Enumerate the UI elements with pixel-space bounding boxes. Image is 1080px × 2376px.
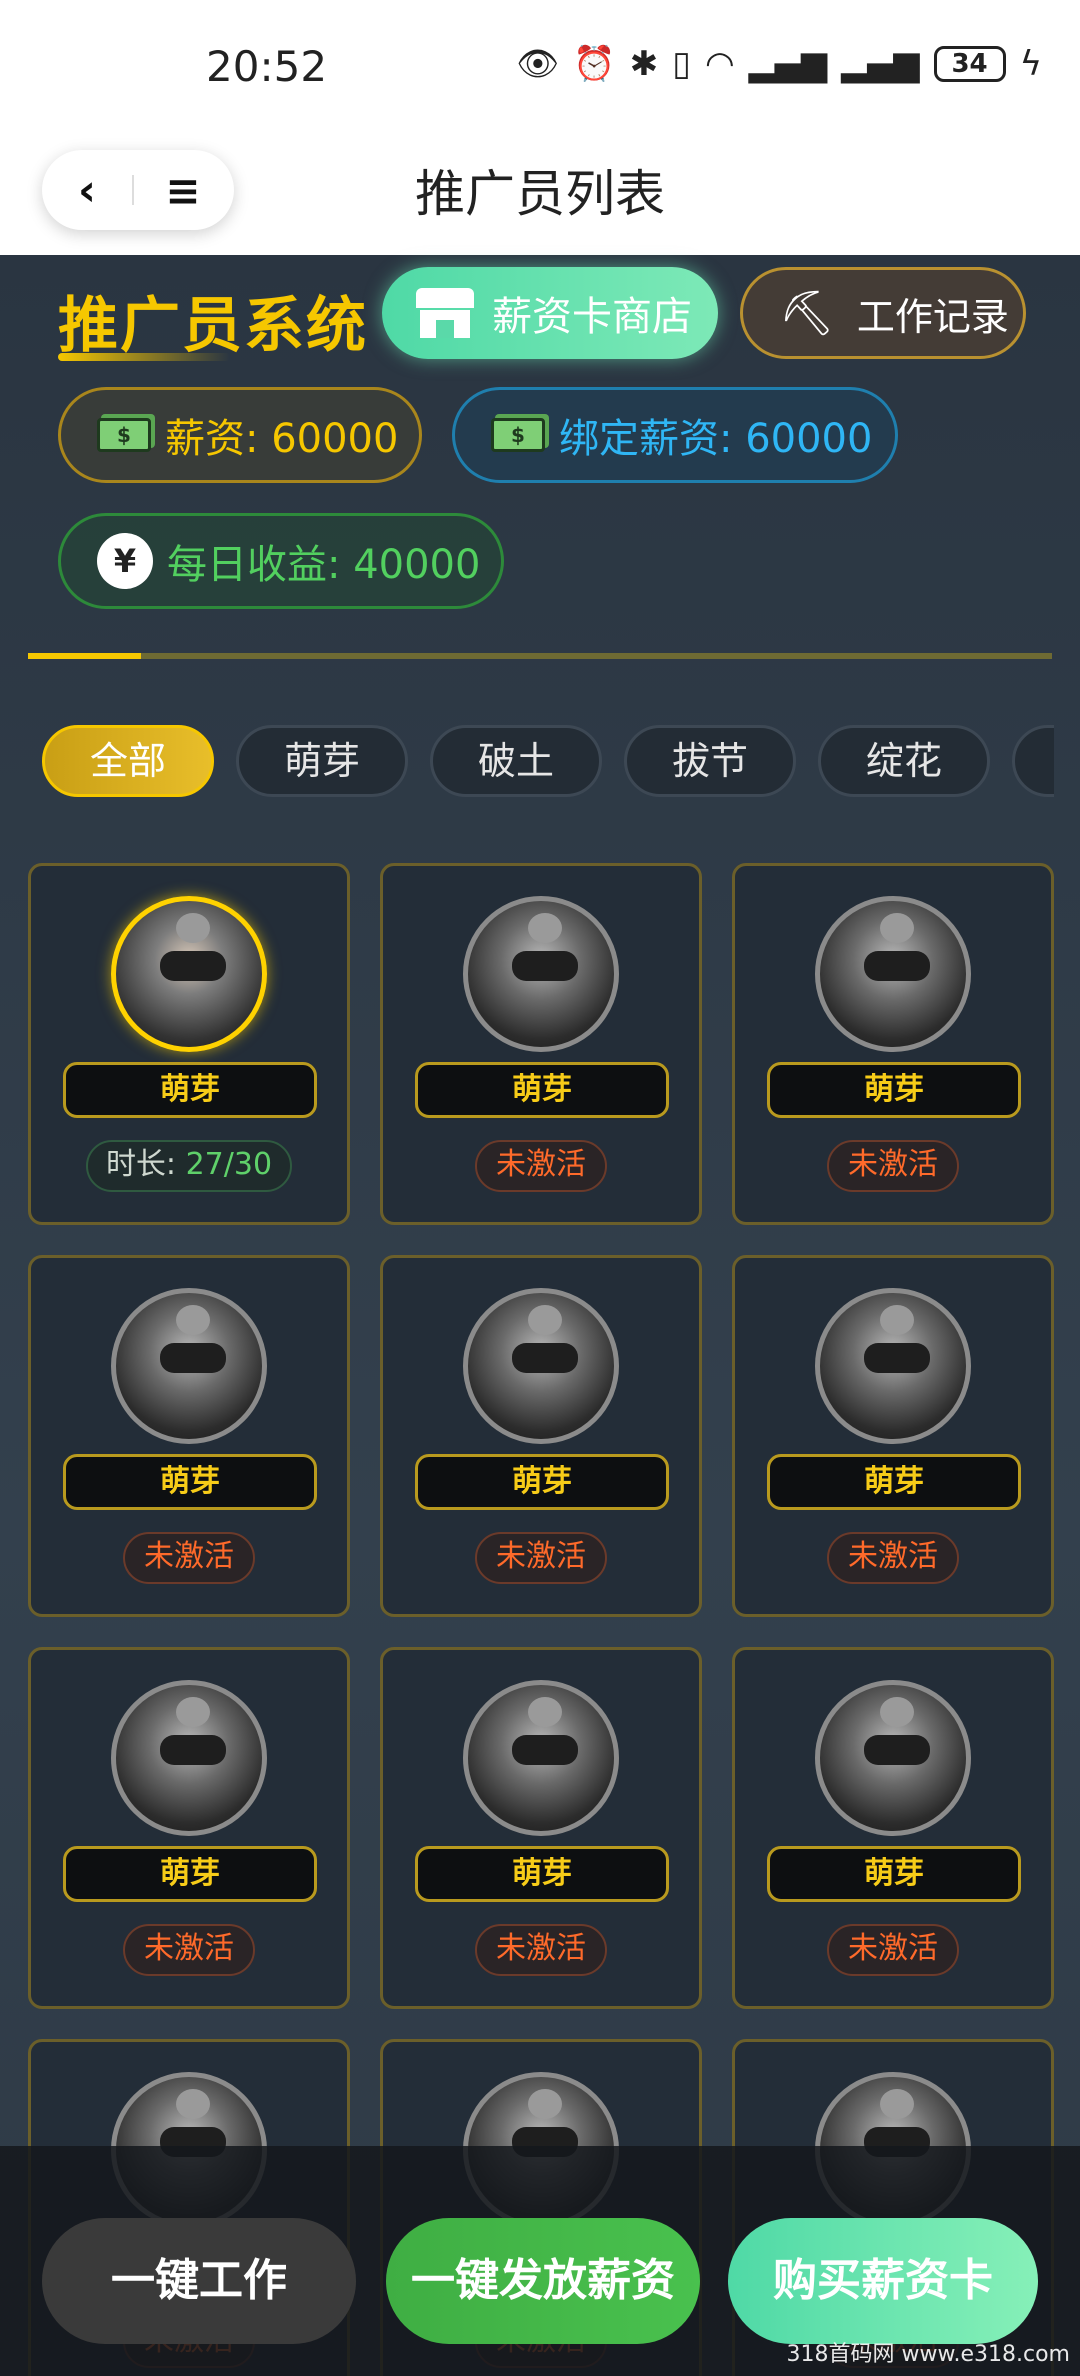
wifi-icon: ◠ bbox=[704, 44, 735, 84]
promoter-avatar bbox=[463, 1680, 619, 1836]
shop-icon bbox=[416, 288, 474, 338]
duration-value: 27/30 bbox=[185, 1147, 273, 1182]
money-icon: $ bbox=[97, 418, 151, 452]
level-badge: 萌芽 bbox=[415, 1846, 669, 1902]
promoter-avatar bbox=[111, 896, 267, 1052]
bound-salary-value: 绑定薪资: 60000 bbox=[559, 416, 873, 462]
inactive-status-tag: 未激活 bbox=[475, 1532, 607, 1584]
promoter-avatar bbox=[463, 1288, 619, 1444]
battery-icon: 34 bbox=[933, 46, 1006, 82]
buy-salary-card-button[interactable]: 购买薪资卡 bbox=[728, 2218, 1038, 2344]
salary-pill: $ 薪资: 60000 bbox=[58, 387, 422, 483]
work-button-label: 工作记录 bbox=[856, 294, 1009, 339]
salary-card-shop-button[interactable]: 薪资卡商店 bbox=[382, 267, 718, 359]
inactive-status-tag: 未激活 bbox=[123, 1532, 255, 1584]
inactive-status-tag: 未激活 bbox=[827, 1924, 959, 1976]
charging-icon: ϟ bbox=[1019, 44, 1042, 84]
promoter-card[interactable]: 萌芽未激活 bbox=[380, 1647, 702, 2009]
promoter-card[interactable]: 萌芽未激活 bbox=[732, 1647, 1054, 2009]
inactive-status-tag: 未激活 bbox=[827, 1532, 959, 1584]
tab-3[interactable]: 拔节 bbox=[624, 725, 796, 797]
signal-icon: ▂▄▆ bbox=[748, 44, 828, 84]
promoter-avatar bbox=[111, 1288, 267, 1444]
promoter-card[interactable]: 萌芽未激活 bbox=[28, 1255, 350, 1617]
title-underline bbox=[58, 353, 230, 361]
promoter-avatar bbox=[815, 1288, 971, 1444]
alarm-icon: ⏰ bbox=[573, 44, 616, 84]
one-click-pay-button[interactable]: 一键发放薪资 bbox=[386, 2218, 700, 2344]
pickaxe-icon: ⛏ bbox=[779, 288, 835, 339]
level-badge: 萌芽 bbox=[415, 1454, 669, 1510]
signal-icon-2: ▂▄▆ bbox=[841, 44, 920, 84]
promoter-card[interactable]: 萌芽时长: 27/30 bbox=[28, 863, 350, 1225]
tab-2[interactable]: 破土 bbox=[430, 725, 602, 797]
salary-value: 薪资: 60000 bbox=[165, 416, 399, 462]
inactive-status-tag: 未激活 bbox=[123, 1924, 255, 1976]
duration-label: 时长: bbox=[105, 1147, 186, 1182]
watermark: 318首码网 www.e318.com bbox=[786, 2342, 1070, 2367]
promoter-card[interactable]: 萌芽未激活 bbox=[28, 1647, 350, 2009]
yen-icon: ¥ bbox=[97, 533, 153, 589]
bluetooth-icon: ✱ bbox=[629, 44, 659, 84]
main-content: 推广员系统 薪资卡商店 ⛏ 工作记录 $ 薪资: 60000 $ 绑定薪资: 6… bbox=[0, 255, 1080, 2376]
tab-0[interactable]: 全部 bbox=[42, 725, 214, 797]
duration-tag: 时长: 27/30 bbox=[86, 1140, 292, 1192]
inactive-status-tag: 未激活 bbox=[827, 1140, 959, 1192]
level-badge: 萌芽 bbox=[63, 1846, 317, 1902]
progress-fill bbox=[28, 653, 141, 659]
eye-icon: 👁 bbox=[516, 44, 560, 84]
shop-button-label: 薪资卡商店 bbox=[492, 294, 692, 340]
promoter-avatar bbox=[815, 896, 971, 1052]
bound-salary-pill: $ 绑定薪资: 60000 bbox=[452, 387, 898, 483]
tab-more[interactable] bbox=[1012, 725, 1054, 797]
promoter-avatar bbox=[815, 1680, 971, 1836]
bottom-bar: 一键工作 一键发放薪资 购买薪资卡 318首码网 www.e318.com bbox=[0, 2146, 1080, 2376]
level-tabs: 全部 萌芽 破土 拔节 绽花 bbox=[42, 725, 1054, 805]
promoter-card[interactable]: 萌芽未激活 bbox=[380, 1255, 702, 1617]
promoter-card[interactable]: 萌芽未激活 bbox=[732, 863, 1054, 1225]
level-badge: 萌芽 bbox=[63, 1062, 317, 1118]
level-badge: 萌芽 bbox=[767, 1454, 1021, 1510]
system-title: 推广员系统 bbox=[58, 291, 368, 361]
nav-bar: ‹ ≡ 推广员列表 bbox=[0, 130, 1080, 255]
promoter-avatar bbox=[111, 1680, 267, 1836]
one-click-work-button[interactable]: 一键工作 bbox=[42, 2218, 356, 2344]
inactive-status-tag: 未激活 bbox=[475, 1924, 607, 1976]
work-record-button[interactable]: ⛏ 工作记录 bbox=[740, 267, 1026, 359]
promoter-card[interactable]: 萌芽未激活 bbox=[380, 863, 702, 1225]
tab-4[interactable]: 绽花 bbox=[818, 725, 990, 797]
daily-income-value: 每日收益: 40000 bbox=[167, 542, 481, 588]
promoter-card[interactable]: 萌芽未激活 bbox=[732, 1255, 1054, 1617]
level-badge: 萌芽 bbox=[767, 1062, 1021, 1118]
progress-track bbox=[28, 653, 1052, 659]
level-badge: 萌芽 bbox=[767, 1846, 1021, 1902]
status-icons: 👁 ⏰ ✱ ▯ ◠ ▂▄▆ ▂▄▆ 34 ϟ bbox=[516, 44, 1042, 84]
vibrate-icon: ▯ bbox=[672, 44, 691, 84]
level-badge: 萌芽 bbox=[415, 1062, 669, 1118]
daily-income-pill: ¥ 每日收益: 40000 bbox=[58, 513, 504, 609]
promoter-avatar bbox=[463, 896, 619, 1052]
status-time: 20:52 bbox=[206, 42, 328, 91]
tab-1[interactable]: 萌芽 bbox=[236, 725, 408, 797]
page-title: 推广员列表 bbox=[415, 165, 665, 223]
status-bar: 20:52 👁 ⏰ ✱ ▯ ◠ ▂▄▆ ▂▄▆ 34 ϟ bbox=[0, 0, 1080, 130]
money-icon: $ bbox=[491, 418, 545, 452]
level-badge: 萌芽 bbox=[63, 1454, 317, 1510]
inactive-status-tag: 未激活 bbox=[475, 1140, 607, 1192]
